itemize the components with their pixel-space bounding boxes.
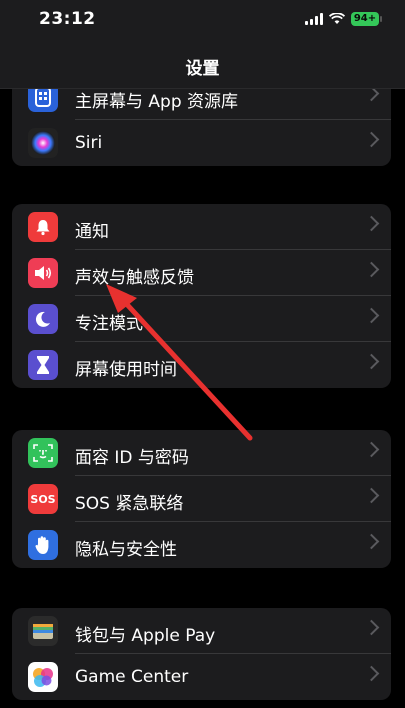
cellular-signal-icon	[305, 13, 323, 25]
settings-row-label: Siri	[75, 133, 103, 153]
settings-row-screen-time[interactable]: 屏幕使用时间	[12, 342, 391, 388]
settings-row-label: Game Center	[75, 667, 189, 687]
settings-row-privacy[interactable]: 隐私与安全性	[12, 522, 391, 568]
chevron-right-icon	[363, 441, 380, 458]
chevron-right-icon	[363, 619, 380, 636]
chevron-right-icon	[363, 131, 380, 148]
chevron-right-icon	[363, 353, 380, 370]
settings-row-label: 专注模式	[75, 314, 143, 334]
wallet-icon	[28, 616, 58, 646]
privacy-hand-icon	[28, 530, 58, 560]
battery-icon: 94+	[351, 12, 382, 26]
status-time: 23:12	[39, 9, 96, 29]
settings-row-game-center[interactable]: Game Center	[12, 654, 391, 700]
settings-row-label: SOS 紧急联络	[75, 494, 184, 514]
settings-row-sounds-haptics[interactable]: 声效与触感反馈	[12, 250, 391, 296]
sounds-icon	[28, 258, 58, 288]
status-indicators: 94+	[305, 11, 382, 27]
siri-icon	[28, 128, 58, 158]
sos-icon-text: SOS	[30, 492, 56, 506]
chevron-right-icon	[363, 261, 380, 278]
settings-row-face-id[interactable]: 面容 ID 与密码	[12, 430, 391, 476]
settings-row-wallet[interactable]: 钱包与 Apple Pay	[12, 608, 391, 654]
chevron-right-icon	[363, 487, 380, 504]
settings-group-2: 通知 声效与触感反馈 专注模式 屏幕使用时间	[12, 204, 391, 388]
face-id-icon	[28, 438, 58, 468]
settings-row-label: 主屏幕与 App 资源库	[75, 92, 239, 112]
settings-row-label: 屏幕使用时间	[75, 360, 177, 380]
settings-row-label: 通知	[75, 222, 109, 242]
settings-list: 主屏幕与 App 资源库 Siri 通知 声效与触感反馈 专注模式 屏幕使用时间…	[0, 0, 405, 708]
sos-icon: SOS	[28, 484, 58, 514]
game-center-icon	[28, 662, 58, 692]
focus-icon	[28, 304, 58, 334]
settings-row-focus[interactable]: 专注模式	[12, 296, 391, 342]
status-bar: 23:12 94+	[0, 0, 405, 44]
screen-time-icon	[28, 350, 58, 380]
settings-row-label: 钱包与 Apple Pay	[75, 626, 216, 646]
settings-row-emergency-sos[interactable]: SOS SOS 紧急联络	[12, 476, 391, 522]
page-title: 设置	[185, 59, 220, 79]
navigation-bar: 设置	[0, 44, 405, 89]
settings-row-label: 面容 ID 与密码	[75, 448, 189, 468]
chevron-right-icon	[363, 665, 380, 682]
settings-row-label: 隐私与安全性	[75, 540, 177, 560]
settings-group-4: 钱包与 Apple Pay Game Center	[12, 608, 391, 700]
settings-row-notifications[interactable]: 通知	[12, 204, 391, 250]
settings-row-siri[interactable]: Siri	[12, 120, 391, 166]
settings-row-label: 声效与触感反馈	[75, 268, 194, 288]
chevron-right-icon	[363, 215, 380, 232]
notifications-icon	[28, 212, 58, 242]
chevron-right-icon	[363, 307, 380, 324]
wifi-icon	[329, 13, 345, 24]
chevron-right-icon	[363, 533, 380, 550]
settings-group-3: 面容 ID 与密码 SOS SOS 紧急联络 隐私与安全性	[12, 430, 391, 568]
